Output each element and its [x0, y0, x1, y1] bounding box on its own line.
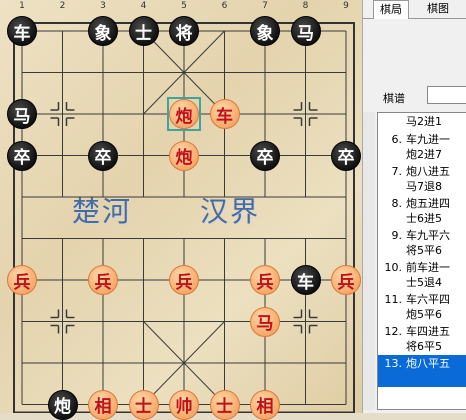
move-list-item[interactable]: 8. 炮五进四士6进5 [378, 195, 466, 227]
move-text: 炮八进五马7退8 [406, 164, 450, 194]
move-text: 车四进五将6平5 [406, 324, 450, 354]
move-red: 前车进一 [406, 261, 450, 274]
tab-diagram[interactable]: 棋图 [421, 0, 455, 18]
move-number: 9. [391, 229, 403, 242]
black-piece[interactable]: 卒 [88, 140, 118, 171]
black-piece[interactable]: 车 [290, 265, 321, 295]
move-number: 6. [391, 133, 403, 146]
record-input[interactable] [427, 86, 466, 104]
file-number: 3 [100, 1, 106, 11]
black-piece[interactable]: 卒 [331, 140, 361, 171]
file-number: 2 [59, 1, 66, 11]
black-piece[interactable]: 马 [7, 99, 37, 129]
move-number: 11. [384, 293, 403, 306]
move-number: 8. [391, 197, 403, 210]
file-number: 4 [140, 1, 147, 11]
move-red: 车九进一 [406, 133, 450, 146]
black-piece[interactable]: 象 [88, 16, 118, 46]
move-text: 马2进1 [406, 114, 442, 129]
red-piece[interactable]: 兵 [7, 265, 37, 295]
black-piece[interactable]: 士 [128, 16, 159, 46]
red-piece[interactable]: 兵 [331, 265, 361, 295]
move-red: 车四进五 [406, 325, 450, 338]
red-piece[interactable]: 帅 [169, 389, 199, 420]
move-red: 炮八进五 [406, 165, 450, 178]
move-list-item[interactable]: 10. 前车进一士5退4 [378, 259, 466, 291]
red-piece[interactable]: 炮 [169, 99, 199, 129]
black-piece[interactable]: 炮 [47, 389, 78, 420]
move-black: 炮5平6 [406, 308, 442, 321]
move-list-item[interactable]: 13. 炮八平五 [378, 355, 466, 387]
file-number: 1 [19, 1, 25, 11]
move-black: 炮2进7 [406, 148, 442, 161]
red-piece[interactable]: 炮 [169, 140, 199, 171]
move-red: 车九平六 [406, 229, 450, 242]
river: 楚河 汉界 [60, 190, 300, 230]
move-list-item[interactable]: 马2进1 [378, 113, 466, 131]
move-red: 炮五进四 [406, 197, 450, 210]
black-piece[interactable]: 象 [250, 16, 280, 46]
move-black: 将6平5 [406, 340, 442, 353]
move-black: 士6进5 [406, 212, 442, 225]
red-piece[interactable]: 士 [209, 389, 240, 420]
record-label: 棋谱 [383, 92, 405, 105]
red-piece[interactable]: 相 [250, 389, 280, 420]
red-piece[interactable]: 车 [209, 99, 240, 129]
red-piece[interactable]: 兵 [169, 265, 199, 295]
black-piece[interactable]: 马 [290, 16, 321, 46]
move-text: 炮八平五 [406, 356, 450, 371]
move-number: 7. [391, 165, 403, 178]
black-piece[interactable]: 将 [169, 16, 199, 46]
move-list-item[interactable]: 12. 车四进五将6平5 [378, 323, 466, 355]
file-number: 8 [302, 1, 309, 11]
move-number: 12. [384, 325, 403, 338]
file-number: 7 [262, 1, 268, 11]
black-piece[interactable]: 车 [7, 16, 37, 46]
move-text: 炮五进四士6进5 [406, 196, 450, 226]
red-piece[interactable]: 兵 [250, 265, 280, 295]
move-list-item[interactable]: 9. 车九平六将5平6 [378, 227, 466, 259]
black-piece[interactable]: 卒 [250, 140, 280, 171]
move-red: 炮八平五 [406, 357, 450, 370]
move-list-item[interactable]: 7. 炮八进五马7退8 [378, 163, 466, 195]
panel-tabs: 棋局 棋图 [363, 0, 466, 19]
red-piece[interactable]: 兵 [88, 265, 118, 295]
chess-board[interactable]: 123456789 楚河 汉界 车象士将象马马炮车卒卒炮卒卒兵兵兵兵车兵马炮相士… [0, 0, 362, 420]
move-number: 10. [384, 261, 403, 274]
move-text: 车九平六将5平6 [406, 228, 450, 258]
red-piece[interactable]: 马 [250, 306, 280, 337]
river-left-text: 楚河 [72, 195, 133, 228]
black-piece[interactable]: 卒 [7, 140, 37, 171]
move-black: 马7退8 [406, 180, 442, 193]
file-number: 6 [221, 1, 228, 11]
move-number: 13. [384, 357, 403, 370]
move-list-item[interactable]: 11. 车六平四炮5平6 [378, 291, 466, 323]
file-number: 5 [181, 1, 187, 11]
file-number: 9 [343, 1, 349, 11]
side-panel: 棋局 棋图 棋谱 马2进1 6. 车九进一 炮2进7 7. 炮八进五 马7退8 8. 炮五进四士… [362, 0, 466, 413]
move-text: 车九进一炮2进7 [406, 132, 450, 162]
tab-game[interactable]: 棋局 [373, 0, 409, 19]
move-text: 前车进一士5退4 [406, 260, 450, 290]
river-right-text: 汉界 [200, 195, 261, 228]
move-text: 车六平四炮5平6 [406, 292, 450, 322]
move-black: 士5退4 [406, 276, 442, 289]
move-red: 车六平四 [406, 293, 450, 306]
move-list-item[interactable]: 6. 车九进一炮2进7 [378, 131, 466, 163]
move-black: 将5平6 [406, 244, 442, 257]
move-red: 马2进1 [406, 115, 442, 128]
scrollbar[interactable] [363, 112, 375, 410]
red-piece[interactable]: 士 [128, 389, 159, 420]
red-piece[interactable]: 相 [88, 389, 118, 420]
move-list[interactable]: 马2进1 6. 车九进一 炮2进7 7. 炮八进五 马7退8 8. 炮五进四 士6进5 9. 车九平六… [377, 112, 466, 410]
